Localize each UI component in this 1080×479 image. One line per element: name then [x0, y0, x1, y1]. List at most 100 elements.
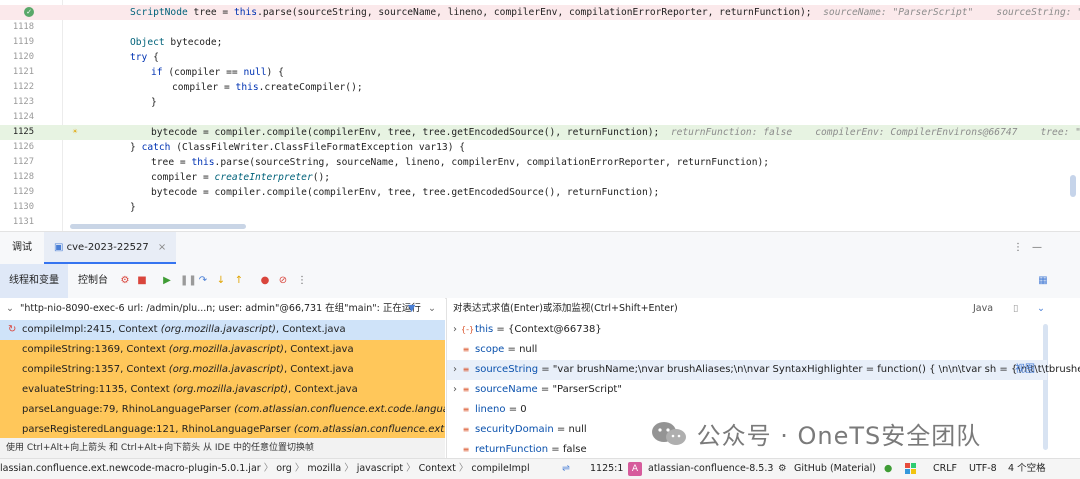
code-editor[interactable]: ScriptNode tree = this.parse(sourceStrin…: [0, 0, 1080, 231]
breakpoint-verified-icon[interactable]: ✓: [24, 7, 34, 17]
line-number[interactable]: 1123: [0, 95, 34, 110]
variable-label: returnFunction = false: [475, 440, 587, 458]
breadcrumb[interactable]: lassian.confluence.ext.newcode-macro-plu…: [0, 459, 530, 479]
step-over-icon[interactable]: ↷: [198, 276, 208, 286]
code-line[interactable]: 1126} catch (ClassFileWriter.ClassFileFo…: [0, 140, 1080, 155]
line-number[interactable]: 1126: [0, 140, 34, 155]
step-out-icon[interactable]: ↑: [234, 276, 244, 286]
project-name[interactable]: atlassian-confluence-8.5.3: [648, 459, 773, 479]
line-number[interactable]: 1119: [0, 35, 34, 50]
debug-tool-window-header: 调试 ▣ cve-2023-22527 × ⋮ —: [0, 231, 1080, 265]
evaluate-input[interactable]: 对表达式求值(Enter)或添加监视(Ctrl+Shift+Enter): [453, 298, 678, 320]
mute-breakpoints-icon[interactable]: ⊘: [278, 276, 288, 286]
variable-row[interactable]: › ≡ sourceName = "ParserScript": [447, 380, 1047, 400]
horizontal-scrollbar[interactable]: [70, 224, 246, 229]
rerun-icon[interactable]: ⚙: [120, 276, 130, 286]
caret-position[interactable]: 1125:1: [590, 459, 623, 479]
line-number[interactable]: 1120: [0, 50, 34, 65]
variable-row[interactable]: › ≡ sourceString = "var brushName;\nvar br…: [447, 360, 1080, 380]
code-line[interactable]: 1121 if (compiler == null) {: [0, 65, 1080, 80]
chevron-down-icon[interactable]: ⌄: [1037, 298, 1045, 320]
code-line[interactable]: 1124: [0, 110, 1080, 125]
code-line[interactable]: 1127 tree = this.parse(sourceString, sour…: [0, 155, 1080, 170]
line-number[interactable]: 1130: [0, 200, 34, 215]
tab-debug-config[interactable]: ▣ cve-2023-22527 ×: [44, 232, 177, 264]
indent-setting[interactable]: 4 个空格: [1008, 459, 1046, 479]
more-icon[interactable]: ⋮: [297, 276, 307, 286]
thread-selector[interactable]: ⌄ "http-nio-8090-exec-6 url: /admin/plu.…: [0, 298, 445, 320]
code-line[interactable]: 1122 compiler = this.createCompiler();: [0, 80, 1080, 95]
status-ok-icon: ●: [884, 463, 893, 474]
stack-frame[interactable]: parseRegisteredLanguage:121, RhinoLangua…: [0, 420, 445, 438]
view-link[interactable]: 视图: [1015, 360, 1035, 380]
code-text: bytecode = compiler.compile(compilerEnv,…: [151, 127, 1080, 138]
language-selector[interactable]: Java: [973, 298, 993, 320]
expand-chevron-icon[interactable]: ›: [453, 360, 457, 380]
line-number[interactable]: 1131: [0, 215, 34, 230]
theme-name[interactable]: GitHub (Material): [794, 459, 876, 479]
code-line[interactable]: 1130}: [0, 200, 1080, 215]
bookmark-icon[interactable]: ▯: [1013, 298, 1018, 320]
breadcrumb-item[interactable]: javascript: [357, 463, 403, 474]
frame-package: (com.atlassian.confluence.ext.code.langu…: [293, 424, 445, 435]
code-line[interactable]: ScriptNode tree = this.parse(sourceStrin…: [0, 5, 1080, 20]
code-text: compiler = createInterpreter();: [151, 172, 331, 183]
line-number[interactable]: 1122: [0, 80, 34, 95]
breadcrumb-item[interactable]: compileImpl: [471, 463, 529, 474]
file-encoding[interactable]: UTF-8: [969, 459, 997, 479]
code-line[interactable]: 1120 try {: [0, 50, 1080, 65]
layout-icon[interactable]: ▦: [1038, 276, 1048, 286]
stop-icon[interactable]: ■: [137, 276, 147, 286]
code-line[interactable]: 1118: [0, 20, 1080, 35]
breadcrumb-item[interactable]: Context: [419, 463, 456, 474]
expand-chevron-icon[interactable]: ›: [453, 320, 457, 340]
line-number[interactable]: 1121: [0, 65, 34, 80]
code-line[interactable]: 1119 Object bytecode;: [0, 35, 1080, 50]
breadcrumb-item[interactable]: org: [276, 463, 292, 474]
variable-label: lineno = 0: [475, 400, 527, 420]
line-number[interactable]: 1129: [0, 185, 34, 200]
variable-row[interactable]: ≡ scope = null: [447, 340, 1047, 360]
frame-label: parseLanguage:79, RhinoLanguageParser (c…: [22, 400, 445, 420]
line-number[interactable]: 1118: [0, 20, 34, 35]
minimize-icon[interactable]: —: [1032, 232, 1042, 264]
branch-icon[interactable]: ⇌: [562, 459, 570, 479]
code-line[interactable]: 1129 bytecode = compiler.compile(compiler…: [0, 185, 1080, 200]
frame-file: , Context.java: [288, 384, 358, 395]
close-icon[interactable]: ×: [158, 242, 166, 253]
pause-icon[interactable]: ❚❚: [180, 276, 197, 286]
breadcrumb-item[interactable]: mozilla: [307, 463, 341, 474]
line-number[interactable]: 1128: [0, 170, 34, 185]
filter-icon[interactable]: ▼: [408, 298, 415, 320]
evaluate-expression-bar[interactable]: 对表达式求值(Enter)或添加监视(Ctrl+Shift+Enter) Jav…: [446, 298, 1080, 320]
tab-threads-variables[interactable]: 线程和变量: [0, 264, 68, 298]
field-icon: ≡: [462, 445, 470, 454]
resume-icon[interactable]: ▶: [162, 276, 172, 286]
line-number[interactable]: 1125: [0, 125, 34, 140]
chevron-down-icon[interactable]: ⌄: [428, 298, 436, 320]
view-breakpoints-icon[interactable]: ●: [260, 276, 270, 286]
more-options-icon[interactable]: ⋮: [1013, 232, 1023, 264]
stack-frame[interactable]: compileString:1369, Context (org.mozilla…: [0, 340, 445, 360]
stack-frame[interactable]: parseLanguage:79, RhinoLanguageParser (c…: [0, 400, 445, 420]
code-line[interactable]: 1123}: [0, 95, 1080, 110]
line-number[interactable]: 1127: [0, 155, 34, 170]
expand-chevron-icon[interactable]: ›: [453, 380, 457, 400]
step-into-icon[interactable]: ↓: [216, 276, 226, 286]
field-icon: ≡: [462, 345, 470, 354]
stack-frame[interactable]: compileString:1357, Context (org.mozilla…: [0, 360, 445, 380]
frames-hint-text: 使用 Ctrl+Alt+向上箭头 和 Ctrl+Alt+向下箭头 从 IDE 中…: [6, 443, 315, 453]
line-number[interactable]: 1124: [0, 110, 34, 125]
tab-console[interactable]: 控制台: [78, 264, 108, 298]
code-line[interactable]: 1128 compiler = createInterpreter();: [0, 170, 1080, 185]
frame-method: compileImpl:2415, Context: [22, 324, 161, 335]
stack-frame[interactable]: evaluateString:1135, Context (org.mozill…: [0, 380, 445, 400]
variable-row[interactable]: › {-} this = {Context@66738}: [447, 320, 1047, 340]
breadcrumb-separator: 〉: [341, 463, 357, 474]
line-separator[interactable]: CRLF: [933, 459, 957, 479]
vertical-scrollbar[interactable]: [1070, 175, 1076, 197]
frame-label: compileImpl:2415, Context (org.mozilla.j…: [22, 320, 346, 340]
breadcrumb-item[interactable]: lassian.confluence.ext.newcode-macro-plu…: [0, 463, 261, 474]
code-line[interactable]: 1125 bytecode = compiler.compile(compiler…: [0, 125, 1080, 140]
stack-frame[interactable]: ↻ compileImpl:2415, Context (org.mozilla.…: [0, 320, 445, 340]
